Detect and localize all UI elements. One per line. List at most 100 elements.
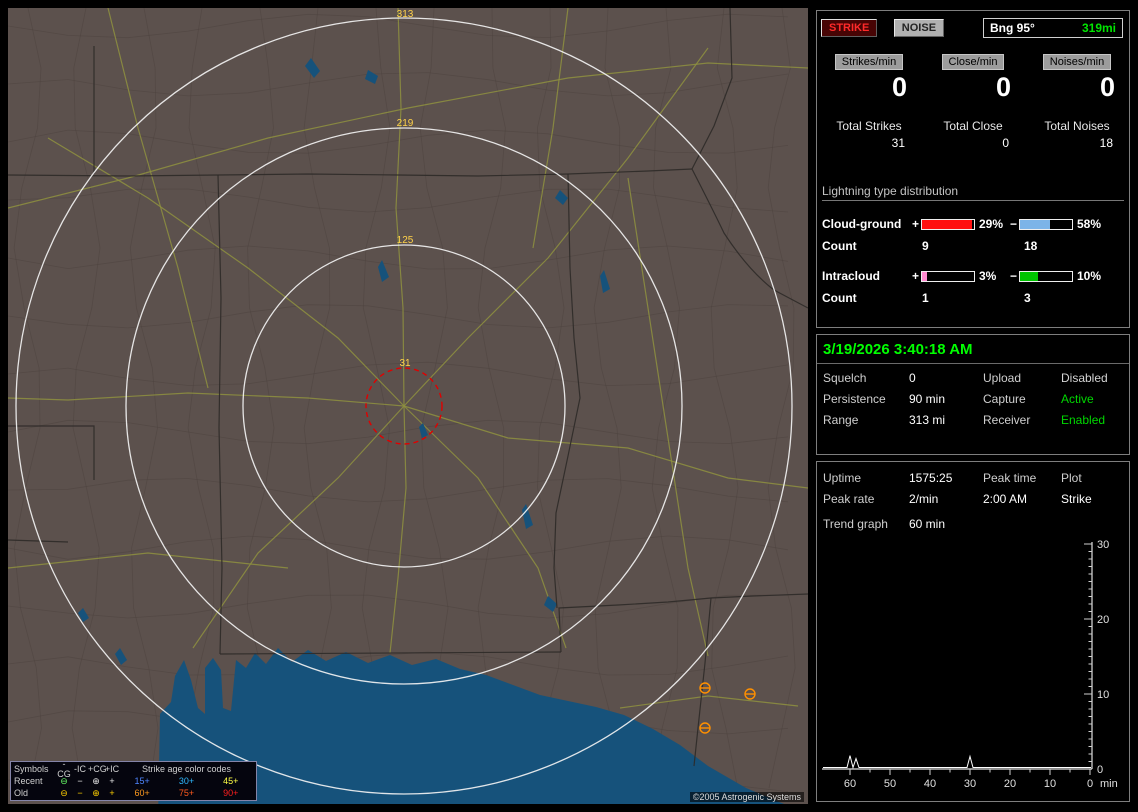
strike-stats-panel: STRIKE NOISE Bng 95° 319mi Strikes/min C… — [816, 10, 1130, 328]
svg-text:219: 219 — [397, 118, 414, 129]
cg-positive-bar — [921, 218, 975, 230]
trend-graph: 30 20 10 0 60 50 40 30 20 10 0 min — [822, 539, 1118, 790]
close-per-min-label: Close/min — [941, 54, 1005, 70]
noises-per-min-label: Noises/min — [1042, 54, 1112, 70]
intracloud-count-row: Count 1 3 — [817, 291, 1129, 305]
app-window: 313 219 125 31 Symbols -CG -IC +CG +IC S… — [0, 0, 1138, 812]
intracloud-label: Intracloud — [822, 269, 881, 283]
bearing-readout: Bng 95° 319mi — [983, 18, 1123, 38]
noise-button[interactable]: NOISE — [893, 19, 945, 37]
total-noises-label: Total Noises — [1044, 119, 1110, 133]
svg-text:30: 30 — [1097, 539, 1109, 551]
map-graphics: 313 219 125 31 — [8, 8, 808, 804]
age-code: 60+ — [134, 788, 150, 798]
legend-type-header: +IC — [104, 764, 120, 774]
total-close-value: 0 — [1002, 136, 1009, 150]
status-row: Squelch 0 Upload Disabled — [817, 371, 1129, 385]
recent-pos-cg-icon: ⊕ — [92, 775, 100, 786]
ic-positive-pct: 3% — [979, 269, 997, 283]
trend-row: Uptime 1575:25 Peak time Plot — [817, 471, 1129, 485]
legend-type-header: +CG — [88, 764, 107, 774]
noises-per-min-value: 0 — [1099, 72, 1115, 102]
count-label: Count — [822, 239, 857, 253]
svg-text:313: 313 — [397, 9, 414, 20]
svg-text:31: 31 — [399, 358, 411, 369]
ic-positive-count: 1 — [922, 291, 929, 305]
ic-negative-bar — [1019, 270, 1073, 282]
old-neg-cg-icon: ⊖ — [60, 787, 68, 798]
old-neg-ic-icon: − — [77, 788, 83, 798]
total-close-label: Total Close — [943, 119, 1003, 133]
trend-row: Peak rate 2/min 2:00 AM Strike — [817, 492, 1129, 506]
persistence-value: 90 min — [909, 392, 946, 406]
svg-text:125: 125 — [397, 235, 414, 246]
cg-negative-bar — [1019, 218, 1073, 230]
minus-sign: − — [1009, 217, 1017, 231]
trend-window-value: 60 min — [909, 517, 946, 531]
legend-old-label: Old — [14, 788, 29, 798]
close-per-min-value: 0 — [995, 72, 1011, 102]
status-row: Range 313 mi Receiver Enabled — [817, 413, 1129, 427]
recent-neg-ic-icon: − — [77, 776, 83, 786]
squelch-label: Squelch — [823, 371, 867, 385]
copyright-text: ©2005 Astrogenic Systems — [689, 792, 804, 802]
svg-text:0: 0 — [1097, 764, 1103, 776]
svg-text:30: 30 — [964, 778, 976, 790]
trend-row: Trend graph 60 min — [817, 517, 1129, 531]
plus-sign: + — [911, 217, 919, 231]
svg-text:40: 40 — [924, 778, 936, 790]
map-canvas[interactable]: 313 219 125 31 Symbols -CG -IC +CG +IC S… — [8, 8, 808, 804]
legend-symbols-header: Symbols — [14, 764, 49, 774]
trend-graph-label: Trend graph — [823, 517, 888, 531]
strikes-per-min-label: Strikes/min — [834, 54, 904, 70]
x-axis-labels: 60 50 40 30 20 10 0 min — [844, 778, 1118, 790]
total-noises-value: 18 — [1099, 136, 1113, 150]
recent-pos-ic-icon: + — [109, 776, 115, 786]
capture-status: Active — [1061, 392, 1094, 406]
age-code: 45+ — [223, 776, 239, 786]
peak-rate-value: 2/min — [909, 492, 939, 506]
svg-text:0: 0 — [1087, 778, 1093, 790]
squelch-value: 0 — [909, 371, 916, 385]
legend-type-header: -IC — [74, 764, 86, 774]
svg-text:min: min — [1100, 778, 1118, 790]
strikes-per-min-value: 0 — [891, 72, 907, 102]
intracloud-row: Intracloud + 3% − 10% — [817, 269, 1129, 283]
strike-button[interactable]: STRIKE — [821, 19, 878, 37]
trend-panel: Uptime 1575:25 Peak time Plot Peak rate … — [816, 461, 1130, 802]
cg-positive-count: 9 — [922, 239, 929, 253]
axis-ticks — [849, 543, 1092, 775]
age-code: 30+ — [178, 776, 195, 786]
peak-rate-label: Peak rate — [823, 492, 875, 506]
capture-label: Capture — [983, 392, 1026, 406]
total-strikes-value: 31 — [891, 136, 905, 150]
svg-text:10: 10 — [1097, 689, 1109, 701]
bearing-label: Bng 95° — [990, 21, 1035, 35]
mode-button-row: STRIKE NOISE Bng 95° 319mi — [821, 18, 1125, 38]
age-code: 75+ — [178, 788, 195, 798]
bearing-value: 319mi — [1081, 21, 1116, 35]
plot-label: Plot — [1061, 471, 1082, 485]
minus-sign: − — [1009, 269, 1017, 283]
uptime-value: 1575:25 — [909, 471, 953, 485]
legend-age-header: Strike age color codes — [141, 764, 232, 774]
ic-negative-count: 3 — [1024, 291, 1031, 305]
status-row: Persistence 90 min Capture Active — [817, 392, 1129, 406]
legend-recent-label: Recent — [14, 776, 43, 786]
range-value: 313 mi — [909, 413, 946, 427]
map-legend: Symbols -CG -IC +CG +IC Strike age color… — [10, 759, 257, 801]
age-code: 90+ — [223, 788, 239, 798]
upload-status: Disabled — [1061, 371, 1108, 385]
persistence-label: Persistence — [823, 392, 886, 406]
cg-positive-pct: 29% — [979, 217, 1004, 231]
cg-negative-pct: 58% — [1077, 217, 1102, 231]
old-pos-ic-icon: + — [109, 788, 115, 798]
count-label: Count — [822, 291, 857, 305]
rate-headers: Strikes/min Close/min Noises/min — [817, 52, 1129, 70]
uptime-label: Uptime — [823, 471, 862, 485]
clock: 3/19/2026 3:40:18 AM — [817, 335, 1129, 364]
total-values: 31 0 18 — [817, 136, 1129, 150]
plus-sign: + — [911, 269, 919, 283]
trend-series — [823, 754, 1091, 770]
status-panel: 3/19/2026 3:40:18 AM Squelch 0 Upload Di… — [816, 334, 1130, 455]
